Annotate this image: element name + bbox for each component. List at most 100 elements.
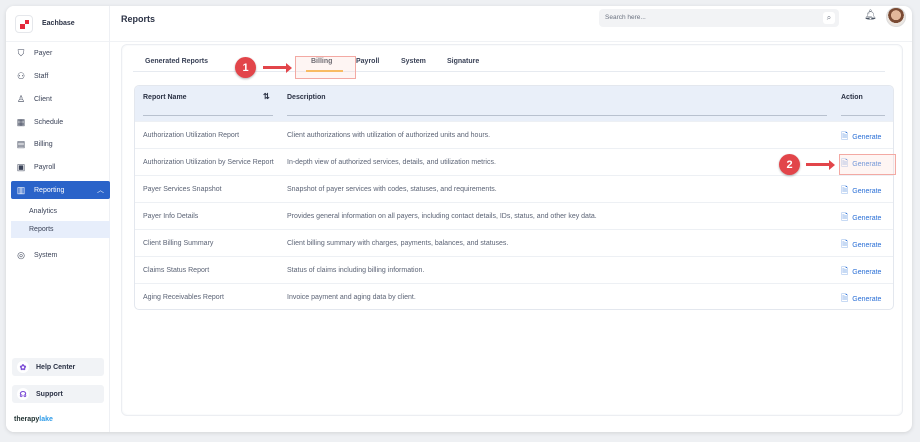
generate-button[interactable]: 🗎︎ Generate bbox=[841, 129, 881, 145]
sidebar-subitem-analytics[interactable]: Analytics bbox=[11, 203, 110, 220]
sidebar-item-staff[interactable]: ⚇ Staff bbox=[11, 67, 110, 85]
report-description: Snapshot of payer services with codes, s… bbox=[287, 186, 497, 193]
filter-line[interactable] bbox=[143, 115, 273, 116]
column-header-description: Description bbox=[287, 94, 326, 101]
support-label: Support bbox=[36, 390, 63, 398]
sidebar-item-payroll[interactable]: ▣ Payroll bbox=[11, 158, 110, 176]
generate-report-icon: 🗎︎ bbox=[841, 239, 849, 249]
settings-icon: ◎ bbox=[17, 249, 25, 260]
page-title: Reports bbox=[121, 14, 156, 24]
generate-label: Generate bbox=[852, 214, 882, 222]
filter-line[interactable] bbox=[287, 115, 827, 116]
generate-label: Generate bbox=[852, 187, 882, 195]
sidebar-item-billing[interactable]: ▤ Billing bbox=[11, 135, 110, 153]
generate-button[interactable]: 🗎︎ Generate bbox=[841, 291, 881, 307]
app-window: Eachbase ⛉ Payer ⚇ Staff ♙ Client ▦ Schedule… bbox=[6, 6, 912, 432]
generate-button[interactable]: 🗎︎ Generate bbox=[841, 264, 881, 280]
table-row: Authorization Utilization Report Client a… bbox=[135, 121, 893, 148]
generate-report-icon: 🗎︎ bbox=[841, 185, 849, 195]
sidebar-item-label: Billing bbox=[34, 140, 53, 148]
reports-table: Report Name ⇅ Description Action Authori… bbox=[134, 85, 894, 310]
report-name: Payer Info Details bbox=[143, 213, 199, 220]
sidebar-item-reporting[interactable]: ▥ Reporting ︿ bbox=[11, 181, 110, 199]
logo-text: lake bbox=[39, 416, 53, 423]
report-description: Status of claims including billing infor… bbox=[287, 267, 425, 274]
report-name: Payer Services Snapshot bbox=[143, 186, 222, 193]
tab-system[interactable]: System bbox=[401, 58, 426, 65]
generate-label: Generate bbox=[852, 241, 882, 249]
reports-card: Generated Reports Billing Payroll System… bbox=[121, 44, 903, 416]
search-input[interactable]: Search here... ⌕ bbox=[599, 9, 839, 27]
annotation-arrow-icon bbox=[263, 62, 292, 73]
report-description: Client billing summary with charges, pay… bbox=[287, 240, 509, 247]
report-name: Aging Receivables Report bbox=[143, 294, 224, 301]
top-bar: Reports Search here... ⌕ 🔔︎ bbox=[110, 6, 912, 42]
wallet-icon: ▣ bbox=[16, 161, 26, 172]
support-button[interactable]: ☊ Support bbox=[12, 385, 104, 403]
column-header-action: Action bbox=[841, 94, 863, 101]
eachbase-logo-icon bbox=[15, 14, 33, 33]
sidebar-item-payer[interactable]: ⛉ Payer bbox=[11, 44, 110, 62]
tab-generated-reports[interactable]: Generated Reports bbox=[145, 58, 208, 65]
table-row: Client Billing Summary Client billing sum… bbox=[135, 229, 893, 256]
receipt-icon: ▤ bbox=[16, 138, 26, 149]
bell-icon[interactable]: 🔔︎ bbox=[864, 10, 877, 21]
help-icon: ✿ bbox=[17, 361, 29, 373]
table-row: Aging Receivables Report Invoice payment … bbox=[135, 283, 893, 309]
table-row: Payer Info Details Provides general infor… bbox=[135, 202, 893, 229]
report-description: Invoice payment and aging data by client… bbox=[287, 294, 416, 301]
sidebar-item-label: Client bbox=[34, 95, 52, 103]
generate-button[interactable]: 🗎︎ Generate bbox=[841, 210, 881, 226]
sidebar-subitem-reports[interactable]: Reports bbox=[11, 221, 110, 238]
search-placeholder: Search here... bbox=[605, 14, 646, 21]
annotation-badge-2: 2 bbox=[779, 154, 800, 175]
sidebar-item-schedule[interactable]: ▦ Schedule bbox=[11, 113, 110, 131]
annotation-highlight-billing bbox=[295, 56, 356, 79]
report-description: Client authorizations with utilization o… bbox=[287, 132, 491, 139]
sidebar: Eachbase ⛉ Payer ⚇ Staff ♙ Client ▦ Schedule… bbox=[6, 6, 110, 432]
generate-label: Generate bbox=[852, 268, 882, 276]
sort-icon[interactable]: ⇅ bbox=[263, 92, 270, 101]
user-icon: ♙ bbox=[16, 93, 26, 104]
report-name: Client Billing Summary bbox=[143, 240, 214, 247]
chevron-up-icon: ︿ bbox=[97, 187, 104, 194]
tab-payroll[interactable]: Payroll bbox=[356, 58, 379, 65]
users-icon: ⚇ bbox=[16, 70, 26, 81]
help-center-button[interactable]: ✿ Help Center bbox=[12, 358, 104, 376]
annotation-arrow-icon bbox=[806, 159, 835, 170]
generate-button[interactable]: 🗎︎ Generate bbox=[841, 237, 881, 253]
report-description: Provides general information on all paye… bbox=[287, 213, 597, 220]
tab-signature[interactable]: Signature bbox=[447, 58, 479, 65]
sidebar-item-label: Staff bbox=[34, 72, 49, 80]
filter-line[interactable] bbox=[841, 115, 885, 116]
sidebar-item-label: Reporting bbox=[34, 186, 65, 194]
therapylake-logo: therapylake bbox=[14, 416, 53, 423]
sidebar-item-system[interactable]: ◎ System bbox=[11, 246, 110, 264]
generate-label: Generate bbox=[852, 133, 882, 141]
generate-report-icon: 🗎︎ bbox=[841, 266, 849, 276]
logo-text: therapy bbox=[14, 416, 40, 423]
search-icon[interactable]: ⌕ bbox=[823, 12, 835, 24]
sidebar-item-label: Reports bbox=[29, 226, 54, 233]
sidebar-item-label: Analytics bbox=[29, 208, 58, 215]
help-center-label: Help Center bbox=[36, 363, 76, 371]
table-row: Claims Status Report Status of claims inc… bbox=[135, 256, 893, 283]
sidebar-item-client[interactable]: ♙ Client bbox=[11, 90, 110, 108]
annotation-highlight-generate bbox=[839, 154, 896, 175]
generate-report-icon: 🗎︎ bbox=[841, 131, 849, 141]
report-icon: ▥ bbox=[16, 184, 26, 195]
column-header-report-name: Report Name bbox=[143, 94, 187, 101]
avatar[interactable] bbox=[886, 7, 906, 27]
generate-button[interactable]: 🗎︎ Generate bbox=[841, 183, 881, 199]
annotation-badge-1: 1 bbox=[235, 57, 256, 78]
table-header: Report Name ⇅ Description Action bbox=[135, 86, 893, 121]
calendar-icon: ▦ bbox=[16, 116, 26, 127]
brand: Eachbase bbox=[6, 6, 109, 42]
generate-label: Generate bbox=[852, 295, 882, 303]
sidebar-item-label: Payroll bbox=[34, 163, 56, 171]
shield-icon: ⛉ bbox=[17, 47, 25, 58]
report-name: Authorization Utilization by Service Rep… bbox=[143, 159, 274, 166]
headset-icon: ☊ bbox=[17, 388, 29, 400]
report-description: In-depth view of authorized services, de… bbox=[287, 159, 496, 166]
brand-name: Eachbase bbox=[42, 20, 75, 27]
